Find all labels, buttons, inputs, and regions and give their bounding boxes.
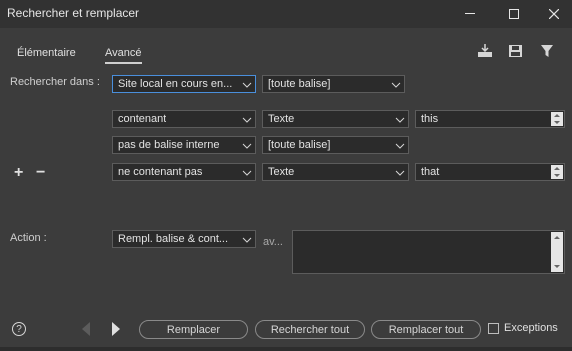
add-row-button[interactable]: + [14,164,23,182]
scrollbar[interactable] [551,232,563,272]
load-query-icon [478,44,492,57]
tag-value-2: [toute balise] [268,139,331,151]
chevron-down-icon [395,143,405,149]
maximize-button[interactable] [496,0,532,28]
search-scope-select[interactable]: Site local en cours en... [112,75,256,93]
help-icon: ? [16,323,22,335]
condition-select-3[interactable]: ne contenant pas [112,163,256,181]
chevron-down-icon [395,170,405,176]
window-title: Rechercher et remplacer [7,6,140,20]
remove-row-button[interactable]: − [36,164,45,182]
search-text-value-3: that [421,166,440,178]
action-value: Rempl. balise & cont... [118,233,229,245]
type-select-3[interactable]: Texte [262,163,409,181]
spinner[interactable] [551,112,563,126]
replace-all-button[interactable]: Remplacer tout [371,320,481,339]
filter-button[interactable] [538,42,558,60]
condition-select-1[interactable]: contenant [112,110,256,128]
load-query-button[interactable] [475,42,495,60]
spinner[interactable] [551,165,563,179]
action-select[interactable]: Rempl. balise & cont... [112,230,256,248]
next-button[interactable] [111,322,121,339]
type-select-1[interactable]: Texte [262,110,409,128]
condition-value-2: pas de balise interne [118,139,220,151]
chevron-down-icon [242,143,252,149]
action-label: Action : [10,232,47,244]
chevron-down-icon [242,237,252,243]
play-right-icon [112,322,120,336]
close-button[interactable] [536,0,572,28]
minimize-button[interactable] [452,0,488,28]
exceptions-checkbox[interactable] [488,323,499,334]
search-in-label: Rechercher dans : [10,76,100,88]
play-left-icon [82,322,90,336]
with-label: av... [263,236,283,248]
help-button[interactable]: ? [12,322,26,336]
type-value-1: Texte [268,113,295,125]
maximize-icon [509,9,519,19]
search-text-value-1: this [421,113,439,125]
type-value-3: Texte [268,166,295,178]
close-icon [549,9,559,19]
chevron-down-icon [242,170,252,176]
exceptions-label: Exceptions [504,322,558,334]
search-text-input-1[interactable]: this [415,110,565,128]
save-query-icon [509,45,522,57]
find-all-button[interactable]: Rechercher tout [255,320,365,339]
search-tag-value: [toute balise] [268,78,331,90]
condition-select-2[interactable]: pas de balise interne [112,136,256,154]
search-scope-value: Site local en cours en... [118,78,233,90]
replace-button[interactable]: Remplacer [139,320,248,339]
chevron-down-icon [242,82,252,88]
filter-icon [541,45,553,57]
spinner-arrows-icon [554,114,560,124]
search-text-input-3[interactable]: that [415,163,565,181]
tag-select-2[interactable]: [toute balise] [262,136,409,154]
search-tag-select[interactable]: [toute balise] [262,75,405,93]
chevron-down-icon [395,117,405,123]
bottom-edge [0,347,572,351]
action-text-input[interactable] [292,230,565,274]
chevron-down-icon [242,117,252,123]
tab-basic[interactable]: Élémentaire [17,47,76,59]
tab-advanced[interactable]: Avancé [105,47,142,64]
save-query-button[interactable] [506,42,526,60]
minimize-icon [465,13,475,14]
condition-value-3: ne contenant pas [118,166,203,178]
chevron-down-icon [391,82,401,88]
spinner-arrows-icon [554,167,560,177]
scroll-arrows-icon [554,236,560,268]
condition-value-1: contenant [118,113,167,125]
previous-button[interactable] [81,322,91,339]
